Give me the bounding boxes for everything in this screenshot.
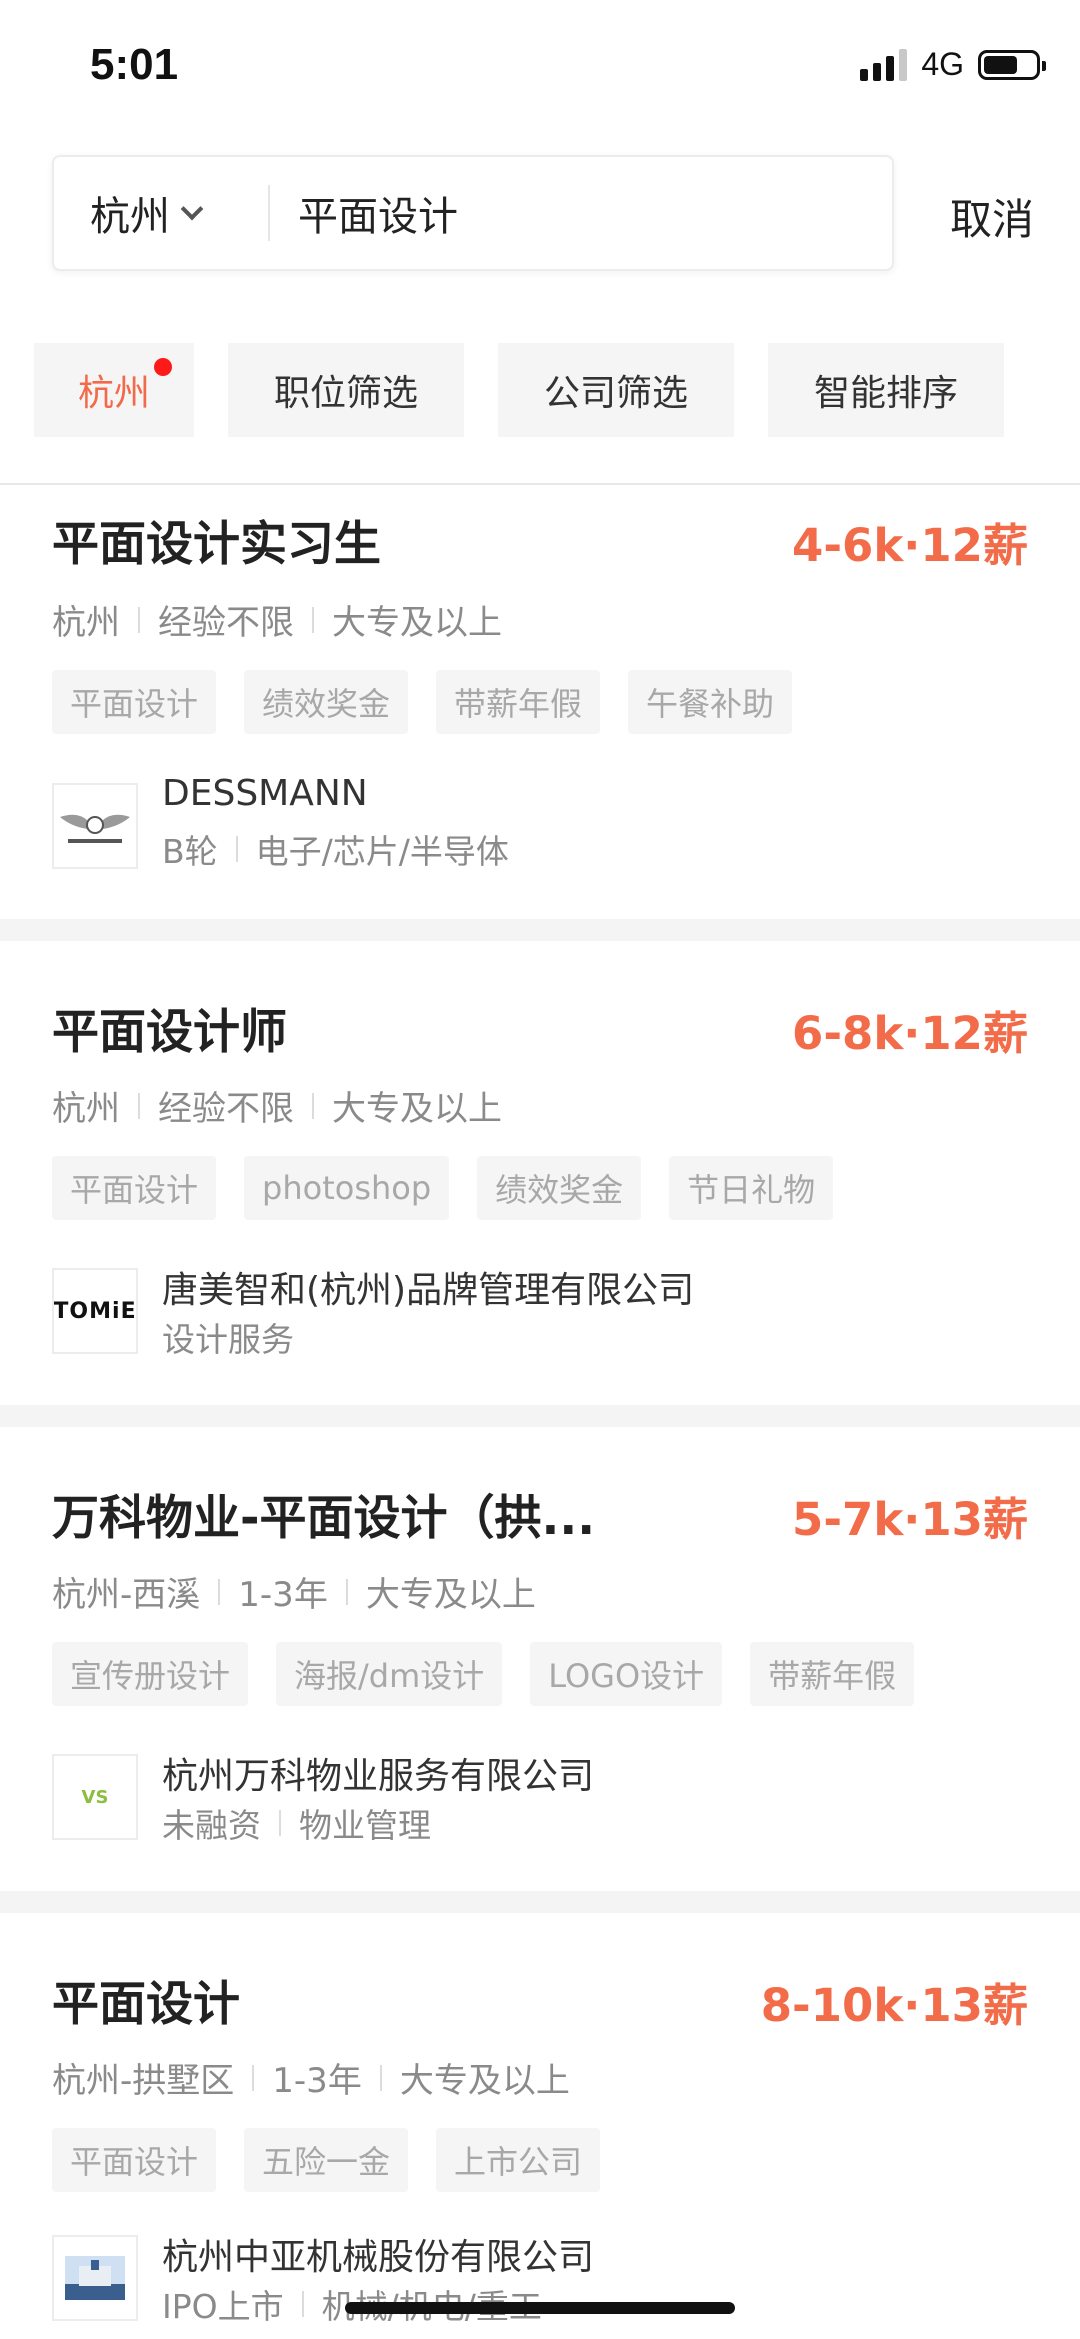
battery-icon [978, 49, 1046, 80]
job-salary: 8-10k·13薪 [760, 1979, 1028, 2032]
job-location: 杭州 [52, 603, 120, 643]
status-bar: 5:01 4G [0, 0, 1080, 132]
notification-dot [154, 358, 172, 376]
job-tags: 平面设计 五险一金 上市公司 [52, 2128, 601, 2192]
job-education: 大专及以上 [332, 603, 502, 643]
job-tag: 绩效奖金 [477, 1156, 642, 1220]
divider [0, 1891, 1080, 1913]
divider [0, 1405, 1080, 1427]
company-industry: 设计服务 [162, 1320, 294, 1359]
company-info: B轮 电子/芯片/半导体 [162, 825, 509, 873]
vanke-logo-icon: VS [81, 1786, 109, 1808]
company-name: DESSMANN [162, 773, 368, 814]
company-stage: IPO上市 [162, 2287, 284, 2326]
company-industry: 物业管理 [299, 1806, 431, 1845]
network-label: 4G [921, 46, 964, 82]
filter-city[interactable]: 杭州 [34, 343, 194, 437]
job-tag: 五险一金 [244, 2128, 409, 2192]
filter-sort[interactable]: 智能排序 [768, 343, 1004, 437]
divider [0, 919, 1080, 941]
signal-icon [860, 48, 908, 81]
company-logo: TOMiE [52, 1268, 138, 1354]
job-tag: LOGO设计 [530, 1642, 723, 1706]
job-meta: 杭州 经验不限 大专及以上 [52, 595, 502, 644]
company-logo [52, 2235, 138, 2321]
filter-company[interactable]: 公司筛选 [498, 343, 734, 437]
job-tag: 海报/dm设计 [276, 1642, 503, 1706]
job-tag: photoshop [244, 1156, 450, 1220]
job-title: 平面设计实习生 [52, 517, 381, 572]
job-card[interactable]: 万科物业-平面设计（拱... 5-7k·13薪 杭州-西溪 1-3年 大专及以上… [0, 1427, 1080, 1869]
search-input[interactable] [278, 190, 838, 236]
dessmann-logo-icon [54, 785, 136, 867]
job-salary: 5-7k·13薪 [792, 1493, 1028, 1546]
job-salary: 4-6k·12薪 [792, 519, 1028, 572]
job-tag: 宣传册设计 [52, 1642, 249, 1706]
job-location: 杭州 [52, 1089, 120, 1129]
job-card[interactable]: 平面设计 8-10k·13薪 杭州-拱墅区 1-3年 大专及以上 平面设计 五险… [0, 1913, 1080, 2339]
job-tag: 午餐补助 [628, 670, 793, 734]
company-industry: 电子/芯片/半导体 [255, 832, 509, 871]
job-tag: 上市公司 [436, 2128, 601, 2192]
chevron-down-icon [180, 197, 204, 221]
filter-city-label: 杭州 [77, 373, 150, 414]
filter-company-label: 公司筛选 [543, 373, 688, 414]
job-tag: 平面设计 [52, 2128, 217, 2192]
job-card[interactable]: 平面设计师 6-8k·12薪 杭州 经验不限 大专及以上 平面设计 photos… [0, 941, 1080, 1383]
job-experience: 经验不限 [158, 1089, 294, 1129]
job-tag: 平面设计 [52, 670, 217, 734]
company-logo: VS [52, 1754, 138, 1840]
job-tag: 带薪年假 [436, 670, 601, 734]
job-location: 杭州-西溪 [52, 1575, 201, 1615]
job-tag: 带薪年假 [750, 1642, 915, 1706]
filter-position-label: 职位筛选 [273, 373, 418, 414]
company-name: 杭州万科物业服务有限公司 [162, 1756, 595, 1797]
home-indicator[interactable] [345, 2302, 735, 2314]
company-name: 杭州中亚机械股份有限公司 [162, 2237, 595, 2278]
job-tags: 平面设计 photoshop 绩效奖金 节日礼物 [52, 1156, 834, 1220]
job-title: 万科物业-平面设计（拱... [52, 1491, 596, 1546]
status-time: 5:01 [90, 40, 179, 89]
job-tags: 宣传册设计 海报/dm设计 LOGO设计 带薪年假 [52, 1642, 915, 1706]
cancel-button[interactable]: 取消 [950, 186, 1034, 247]
job-tag: 平面设计 [52, 1156, 217, 1220]
job-meta: 杭州-拱墅区 1-3年 大专及以上 [52, 2053, 570, 2102]
divider [268, 185, 270, 241]
job-location: 杭州-拱墅区 [52, 2061, 235, 2101]
job-tags: 平面设计 绩效奖金 带薪年假 午餐补助 [52, 670, 793, 734]
job-education: 大专及以上 [365, 1575, 536, 1615]
tome-logo-icon: TOMiE [53, 1298, 137, 1324]
job-meta: 杭州-西溪 1-3年 大专及以上 [52, 1567, 536, 1616]
company-stage: 未融资 [162, 1806, 261, 1845]
job-title: 平面设计师 [52, 1005, 287, 1060]
search-bar: 杭州 [52, 155, 894, 271]
status-icons: 4G [860, 46, 1046, 83]
company-info: 设计服务 [162, 1313, 294, 1361]
filter-position[interactable]: 职位筛选 [228, 343, 464, 437]
job-card[interactable]: 平面设计实习生 4-6k·12薪 杭州 经验不限 大专及以上 平面设计 绩效奖金… [0, 485, 1080, 919]
company-stage: B轮 [162, 832, 218, 871]
job-salary: 6-8k·12薪 [792, 1007, 1028, 1060]
city-label: 杭州 [90, 194, 170, 240]
zhongya-logo-icon [65, 2256, 125, 2300]
city-selector[interactable]: 杭州 [54, 157, 254, 269]
job-education: 大专及以上 [332, 1089, 502, 1129]
job-experience: 1-3年 [238, 1575, 328, 1615]
job-tag: 绩效奖金 [244, 670, 409, 734]
job-experience: 1-3年 [272, 2061, 362, 2101]
company-info: 未融资 物业管理 [162, 1799, 431, 1847]
job-tag: 节日礼物 [669, 1156, 834, 1220]
company-logo [52, 783, 138, 869]
filter-sort-label: 智能排序 [813, 373, 958, 414]
job-title: 平面设计 [52, 1977, 240, 2032]
job-experience: 经验不限 [158, 603, 294, 643]
job-meta: 杭州 经验不限 大专及以上 [52, 1081, 502, 1130]
job-education: 大专及以上 [399, 2061, 570, 2101]
company-name: 唐美智和(杭州)品牌管理有限公司 [162, 1270, 695, 1311]
